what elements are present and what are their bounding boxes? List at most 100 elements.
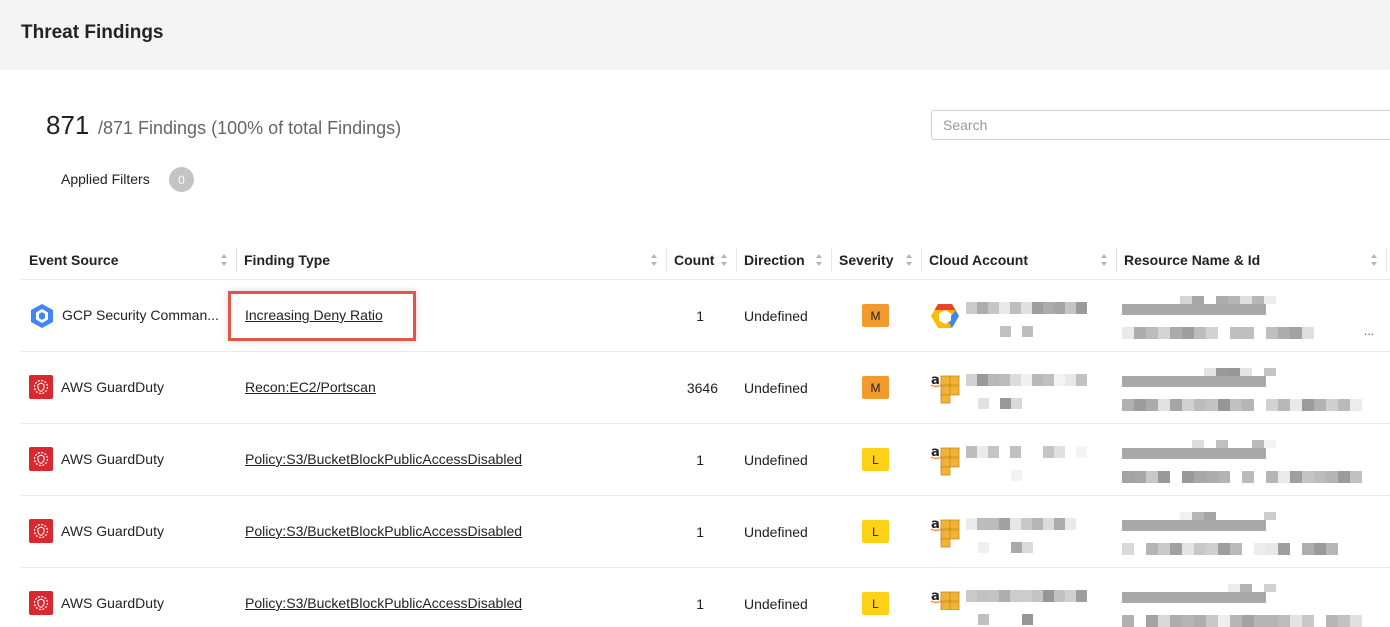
redacted-pixel bbox=[1146, 399, 1158, 411]
redacted-pixel bbox=[1010, 302, 1021, 314]
redacted-pixel bbox=[1134, 327, 1146, 339]
event-source-name: GCP Security Comman... bbox=[62, 307, 219, 323]
aws-logo-icon: a bbox=[930, 445, 960, 476]
finding-count: 1 bbox=[696, 524, 704, 540]
redacted-pixel bbox=[1218, 399, 1230, 411]
highlight-box bbox=[228, 291, 416, 341]
column-label: Severity bbox=[839, 252, 894, 268]
finding-type-link[interactable]: Policy:S3/BucketBlockPublicAccessDisable… bbox=[245, 523, 522, 539]
column-header-finding-type[interactable]: Finding Type bbox=[236, 240, 666, 280]
redacted-pixel bbox=[978, 614, 989, 625]
redacted-pixel bbox=[1228, 296, 1240, 304]
redacted-pixel bbox=[1043, 374, 1054, 386]
sort-icon[interactable] bbox=[1370, 253, 1378, 267]
redacted-pixel bbox=[1065, 518, 1076, 530]
redacted-pixel bbox=[1278, 471, 1290, 483]
redacted-pixel bbox=[966, 518, 977, 530]
redacted-pixel bbox=[1252, 296, 1264, 304]
aws-logo-icon: a bbox=[930, 373, 960, 404]
column-header-event-source[interactable]: Event Source bbox=[21, 240, 236, 280]
redacted-pixel bbox=[1314, 399, 1326, 411]
redacted-pixel bbox=[1022, 542, 1033, 553]
redacted-pixel bbox=[1204, 368, 1216, 376]
finding-type-link[interactable]: Recon:EC2/Portscan bbox=[245, 379, 376, 395]
redacted-pixel bbox=[1054, 446, 1065, 458]
redacted-pixel bbox=[988, 302, 999, 314]
column-header-count[interactable]: Count bbox=[666, 240, 736, 280]
aws-guardduty-icon bbox=[29, 447, 53, 471]
sort-icon[interactable] bbox=[220, 253, 228, 267]
redacted-pixel bbox=[1326, 615, 1338, 627]
redacted-pixel bbox=[1206, 399, 1218, 411]
truncation-ellipsis: ... bbox=[1364, 324, 1375, 338]
redacted-pixel bbox=[1326, 471, 1338, 483]
aws-guardduty-icon bbox=[29, 591, 53, 615]
redacted-pixel bbox=[1216, 440, 1228, 448]
applied-filters-label[interactable]: Applied Filters bbox=[61, 171, 150, 187]
column-header-direction[interactable]: Direction bbox=[736, 240, 831, 280]
redacted-pixel bbox=[1146, 543, 1158, 555]
redacted-pixel bbox=[1010, 518, 1021, 530]
finding-direction: Undefined bbox=[744, 308, 808, 324]
redacted-pixel bbox=[1122, 376, 1266, 387]
redacted-pixel bbox=[1122, 615, 1134, 627]
redacted-pixel bbox=[1350, 399, 1362, 411]
sort-icon[interactable] bbox=[650, 253, 658, 267]
redacted-pixel bbox=[1054, 302, 1065, 314]
applied-filters-count-badge[interactable]: 0 bbox=[169, 167, 194, 192]
column-header-cloud-account[interactable]: Cloud Account bbox=[921, 240, 1116, 280]
sort-icon[interactable] bbox=[720, 253, 728, 267]
finding-type-link[interactable]: Policy:S3/BucketBlockPublicAccessDisable… bbox=[245, 451, 522, 467]
event-source-name: AWS GuardDuty bbox=[61, 595, 164, 611]
redacted-pixel bbox=[1264, 584, 1276, 592]
finding-count: 3646 bbox=[686, 380, 718, 396]
header-divider bbox=[21, 279, 1390, 280]
redacted-pixel bbox=[1254, 543, 1266, 555]
redacted-pixel bbox=[966, 446, 977, 458]
redacted-pixel bbox=[1158, 327, 1170, 339]
redacted-pixel bbox=[1134, 471, 1146, 483]
redacted-pixel bbox=[1065, 590, 1076, 602]
redacted-pixel bbox=[1076, 302, 1087, 314]
redacted-pixel bbox=[1326, 543, 1338, 555]
redacted-pixel bbox=[1266, 615, 1278, 627]
redacted-pixel bbox=[1230, 615, 1242, 627]
redacted-pixel bbox=[1338, 471, 1350, 483]
redacted-pixel bbox=[1228, 368, 1240, 376]
redacted-pixel bbox=[1022, 326, 1033, 337]
column-header-severity[interactable]: Severity bbox=[831, 240, 921, 280]
redacted-pixel bbox=[1022, 614, 1033, 625]
redacted-pixel bbox=[977, 374, 988, 386]
redacted-pixel bbox=[1146, 615, 1158, 627]
redacted-pixel bbox=[1192, 296, 1204, 304]
redacted-pixel bbox=[1230, 327, 1242, 339]
redacted-pixel bbox=[999, 302, 1010, 314]
redacted-pixel bbox=[1180, 296, 1192, 304]
redacted-pixel bbox=[1043, 518, 1054, 530]
search-input[interactable] bbox=[931, 110, 1390, 140]
redacted-pixel bbox=[1011, 398, 1022, 409]
redacted-pixel bbox=[1218, 543, 1230, 555]
redacted-pixel bbox=[1192, 512, 1204, 520]
redacted-pixel bbox=[1122, 304, 1266, 315]
column-header-resource-name-id[interactable]: Resource Name & Id bbox=[1116, 240, 1386, 280]
redacted-pixel bbox=[1032, 590, 1043, 602]
redacted-pixel bbox=[1242, 399, 1254, 411]
redacted-pixel bbox=[1218, 471, 1230, 483]
redacted-pixel bbox=[1314, 543, 1326, 555]
sort-icon[interactable] bbox=[815, 253, 823, 267]
redacted-pixel bbox=[1314, 471, 1326, 483]
column-label: Cloud Account bbox=[929, 252, 1029, 268]
sort-icon[interactable] bbox=[1100, 253, 1108, 267]
redacted-pixel bbox=[1010, 446, 1021, 458]
redacted-pixel bbox=[1192, 440, 1204, 448]
redacted-pixel bbox=[1182, 543, 1194, 555]
redacted-pixel bbox=[1043, 302, 1054, 314]
redacted-pixel bbox=[1252, 440, 1264, 448]
row-divider bbox=[21, 567, 1390, 568]
sort-icon[interactable] bbox=[905, 253, 913, 267]
redacted-pixel bbox=[1338, 399, 1350, 411]
column-label: Resource Name & Id bbox=[1124, 252, 1261, 268]
redacted-pixel bbox=[1278, 399, 1290, 411]
finding-type-link[interactable]: Policy:S3/BucketBlockPublicAccessDisable… bbox=[245, 595, 522, 611]
